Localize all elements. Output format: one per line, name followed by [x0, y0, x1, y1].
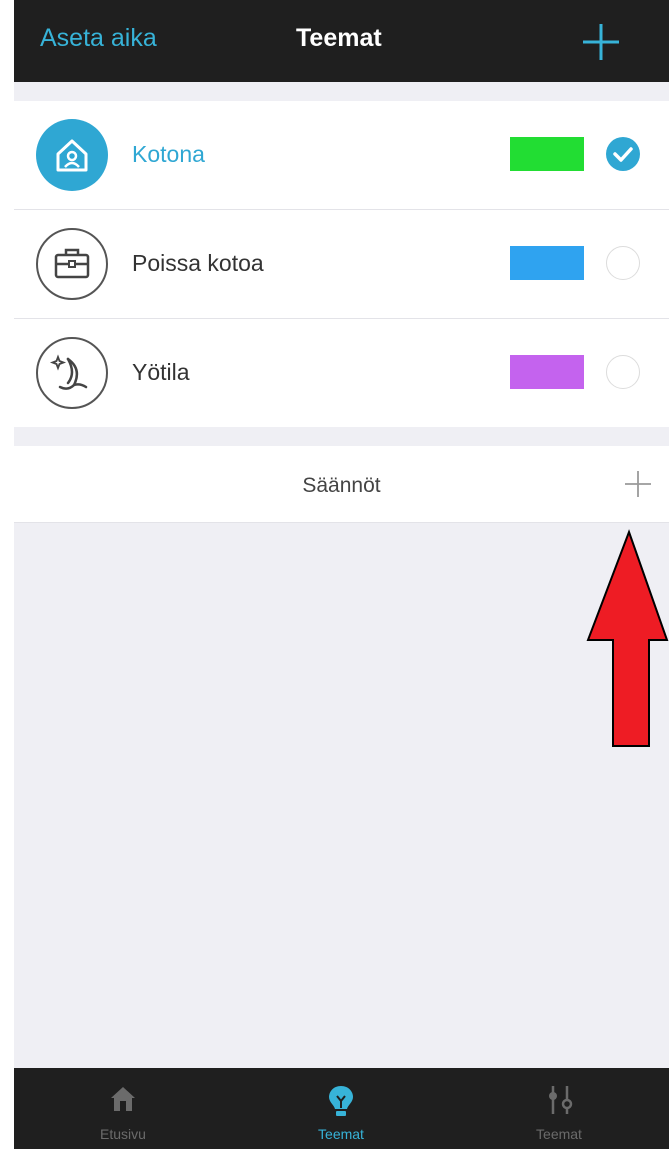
lightbulb-icon [329, 1086, 353, 1116]
unselected-radio[interactable] [606, 246, 640, 280]
plus-icon [583, 24, 619, 60]
theme-label: Kotona [132, 141, 205, 167]
theme-label: Poissa kotoa [132, 250, 264, 276]
theme-label: Yötila [132, 359, 190, 385]
tab-label: Teemat [318, 1126, 364, 1142]
theme-row-yotila[interactable]: Yötila [14, 319, 669, 427]
tab-teemat[interactable]: Teemat [232, 1068, 450, 1149]
theme-color-swatch [510, 246, 584, 280]
home-icon [36, 119, 108, 191]
briefcase-icon [36, 228, 108, 300]
tab-label: Etusivu [100, 1126, 146, 1142]
moon-icon [36, 337, 108, 409]
add-theme-button[interactable] [581, 22, 621, 62]
theme-list: Kotona Poissa kotoa Yötila [14, 101, 669, 427]
home-icon [111, 1087, 135, 1111]
rules-label: Säännöt [302, 474, 381, 497]
page-title: Teemat [296, 24, 382, 52]
tab-teemat-settings[interactable]: Teemat [450, 1068, 668, 1149]
set-time-button[interactable]: Aseta aika [40, 24, 157, 53]
top-navigation-bar: Aseta aika Teemat [14, 0, 669, 82]
tab-label: Teemat [536, 1126, 582, 1142]
annotation-arrow-icon [586, 529, 669, 747]
app-screen: Aseta aika Teemat Kotona Poissa kotoa Yö… [14, 0, 669, 1149]
add-rule-button[interactable] [622, 468, 654, 500]
sliders-icon [549, 1086, 573, 1114]
theme-color-swatch [510, 355, 584, 389]
unselected-radio[interactable] [606, 355, 640, 389]
theme-row-kotona[interactable]: Kotona [14, 101, 669, 210]
selected-checkmark[interactable] [606, 137, 640, 171]
rules-row: Säännöt [14, 446, 669, 523]
theme-row-poissa-kotoa[interactable]: Poissa kotoa [14, 210, 669, 319]
theme-color-swatch [510, 137, 584, 171]
plus-icon [625, 471, 651, 497]
tab-etusivu[interactable]: Etusivu [14, 1068, 232, 1149]
bottom-tab-bar: Etusivu Teemat Teemat [14, 1068, 669, 1149]
checkmark-icon [613, 147, 633, 162]
